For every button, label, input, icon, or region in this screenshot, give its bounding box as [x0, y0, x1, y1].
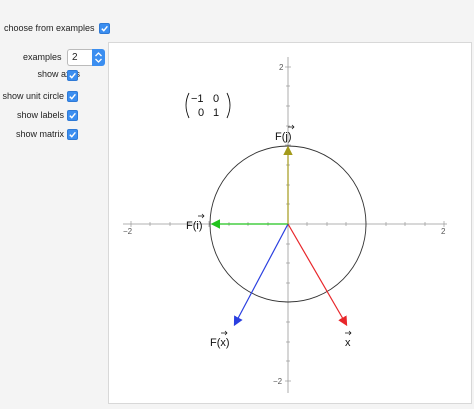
- choose-from-examples-label: choose from examples: [4, 23, 95, 33]
- examples-label: examples: [23, 52, 62, 62]
- vector-arrow-icon: [288, 124, 295, 130]
- plot-panel: −2 2 2 −2 −1 0 0 1 F(j) F(i) F(x) x: [108, 42, 472, 404]
- checkmark-icon: [69, 131, 76, 138]
- show-labels-label: show labels: [16, 110, 64, 120]
- show-unit-circle-label: show unit circle: [2, 91, 64, 101]
- examples-popup-menu[interactable]: 2: [67, 49, 105, 66]
- label-x: x: [345, 330, 352, 349]
- choose-from-examples-row: choose from examples: [4, 20, 110, 36]
- show-axes-checkbox[interactable]: [67, 70, 78, 81]
- svg-text:F(i): F(i): [186, 220, 203, 232]
- f-x-vector: [233, 223, 289, 327]
- examples-value: 2: [67, 49, 92, 66]
- svg-text:x: x: [345, 337, 351, 349]
- vector-arrow-icon: [221, 330, 228, 336]
- x-tick-neg2: −2: [123, 227, 133, 236]
- transformation-matrix: −1 0 0 1: [185, 92, 231, 119]
- matrix-cell-22: 1: [213, 107, 219, 119]
- vector-plot: −2 2 2 −2 −1 0 0 1 F(j) F(i) F(x) x: [123, 57, 447, 393]
- matrix-cell-11: −1: [191, 93, 204, 105]
- svg-text:F(j): F(j): [275, 131, 292, 143]
- vector-arrow-icon: [198, 213, 205, 219]
- x-tick-2: 2: [441, 227, 446, 236]
- show-matrix-label: show matrix: [15, 129, 64, 139]
- svg-text:F(x): F(x): [210, 337, 230, 349]
- updown-arrows-icon: [92, 49, 105, 66]
- y-tick-2: 2: [279, 63, 284, 72]
- show-matrix-checkbox[interactable]: [67, 129, 78, 140]
- vector-arrow-icon: [345, 330, 352, 336]
- checkmark-icon: [69, 93, 76, 100]
- label-f-j: F(j): [275, 124, 295, 143]
- y-tick-neg2: −2: [273, 377, 283, 386]
- label-f-i: F(i): [186, 213, 205, 232]
- show-unit-circle-checkbox[interactable]: [67, 91, 78, 102]
- matrix-cell-12: 0: [213, 93, 219, 105]
- checkmark-icon: [69, 112, 76, 119]
- show-labels-checkbox[interactable]: [67, 110, 78, 121]
- x-vector: [287, 223, 348, 327]
- checkmark-icon: [69, 72, 76, 79]
- label-f-x: F(x): [210, 330, 230, 349]
- choose-from-examples-checkbox[interactable]: [98, 22, 110, 34]
- checkmark-icon: [100, 25, 108, 32]
- matrix-cell-21: 0: [198, 107, 204, 119]
